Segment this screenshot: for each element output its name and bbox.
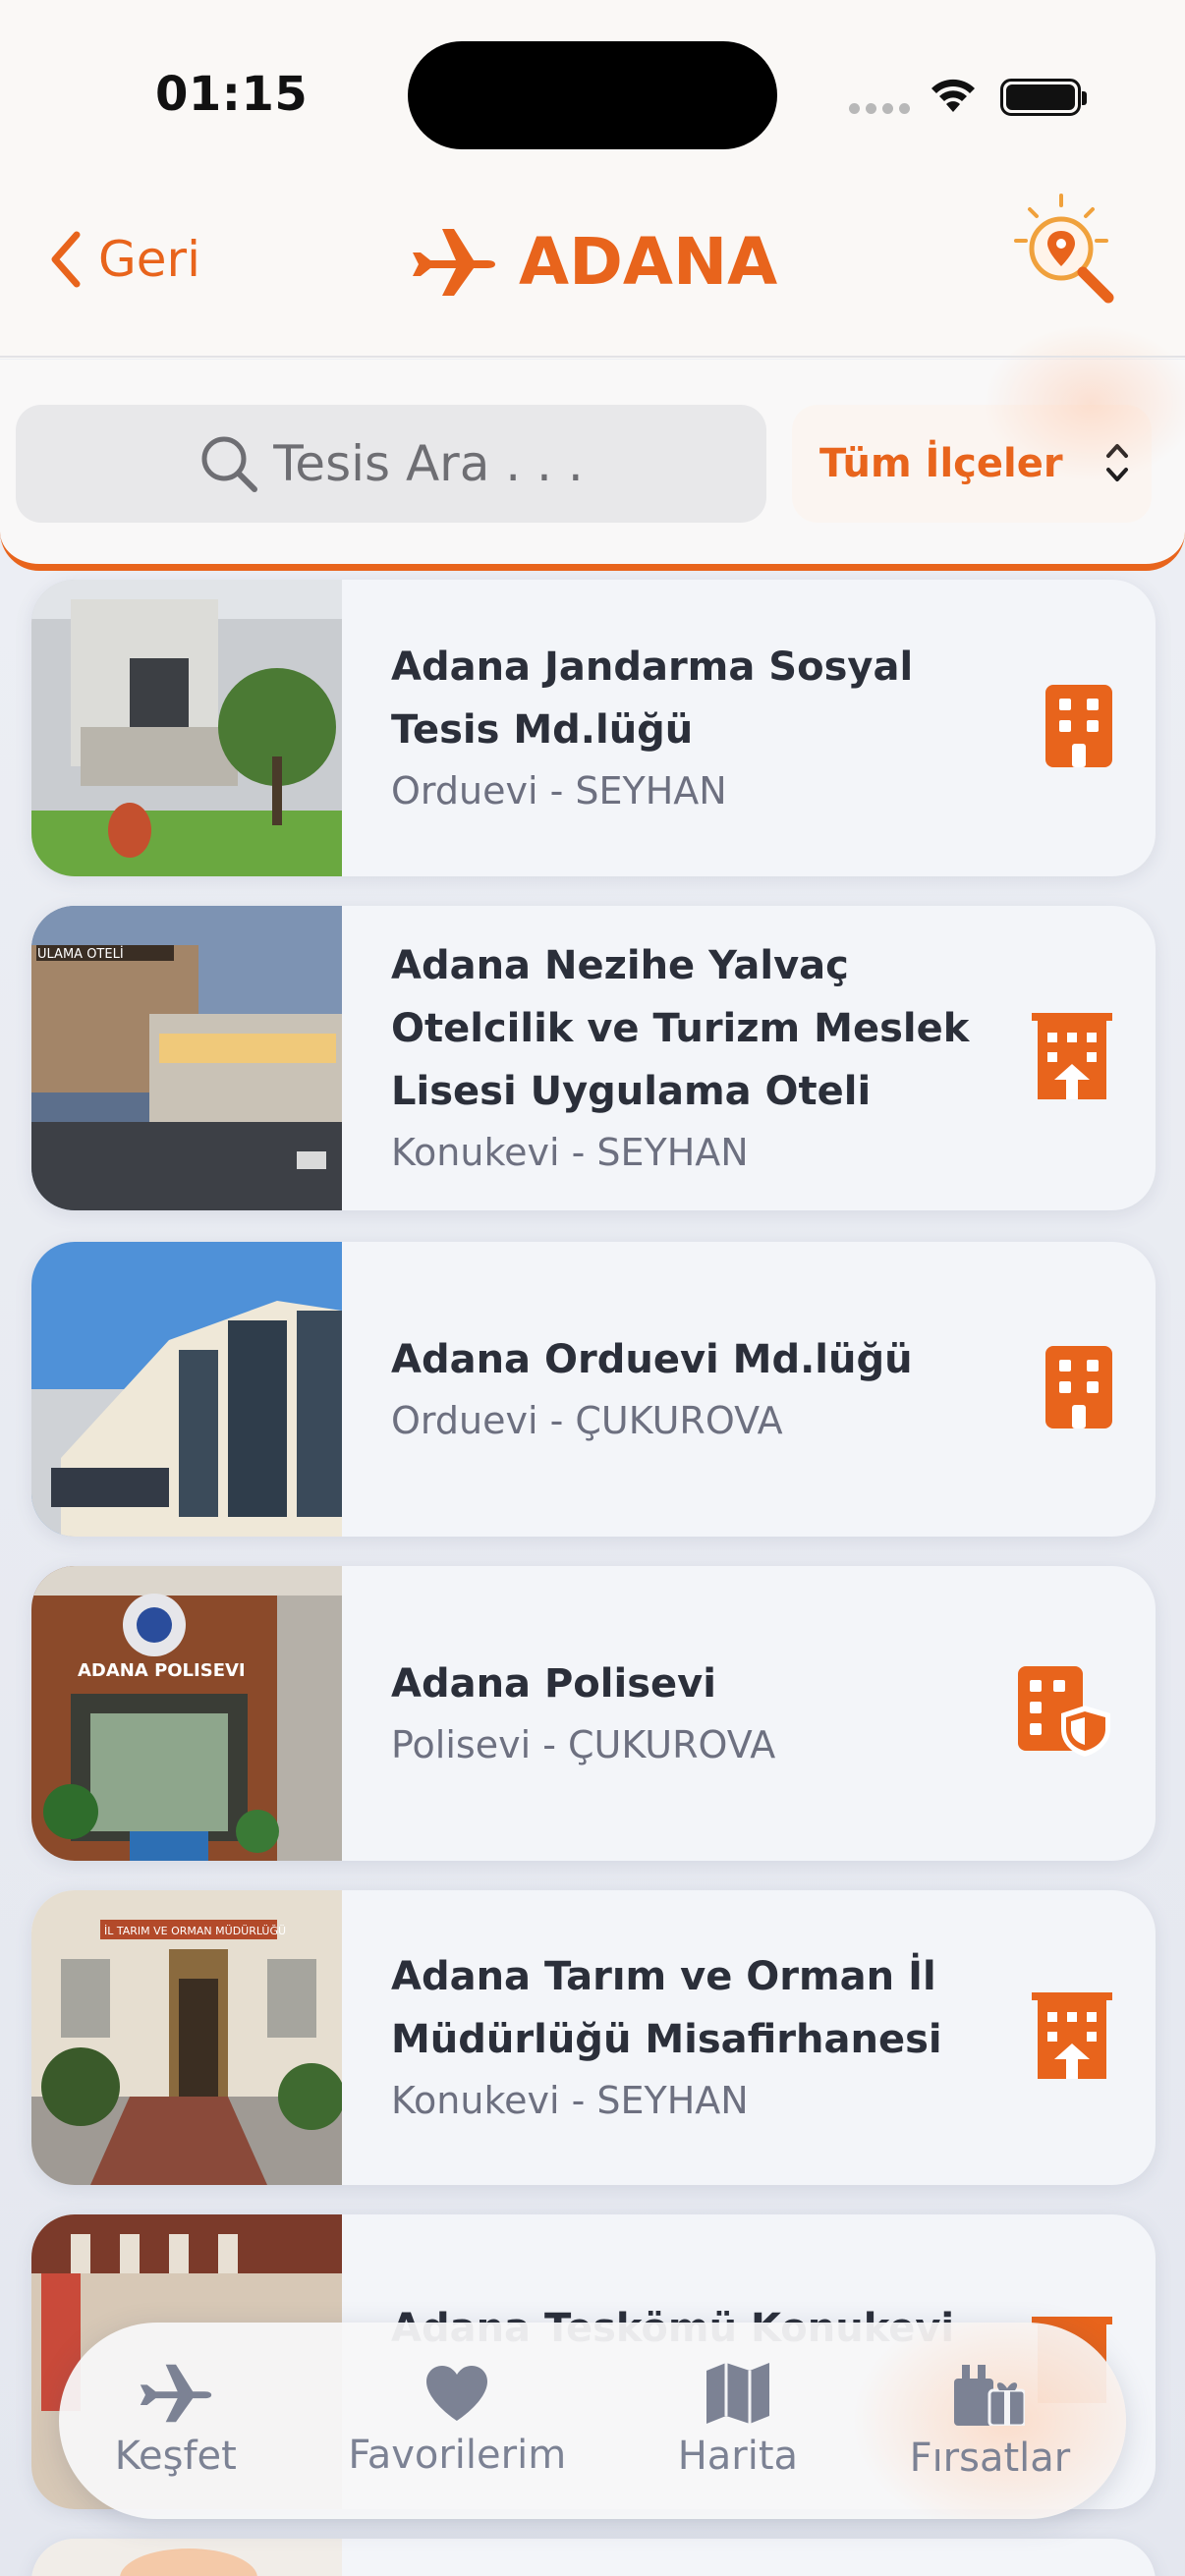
- facility-photo: [31, 1242, 342, 1537]
- agri-sign-text: İL TARIM VE ORMAN MÜDÜRLÜĞÜ: [104, 1925, 286, 1937]
- police-sign-text: ADANA POLISEVI: [78, 1660, 246, 1681]
- tab-label: Harita: [677, 2434, 799, 2479]
- tab-label: Favorilerim: [348, 2433, 567, 2478]
- dynamic-island: [408, 41, 777, 149]
- status-time: 01:15: [155, 67, 309, 122]
- building-icon: [1045, 1346, 1112, 1432]
- back-button[interactable]: Geri: [49, 231, 200, 288]
- facility-name: Adana Tarım ve Orman İl Müdürlüğü Misafi…: [391, 1953, 942, 2062]
- screen: Adana Jandarma Sosyal Tesis Md.lüğü Ordu…: [0, 0, 1185, 2576]
- tab-firsatlar[interactable]: Fırsatlar: [909, 2361, 1071, 2481]
- chevron-left-icon: [51, 231, 81, 288]
- gift-icon: [954, 2365, 1026, 2426]
- search-input[interactable]: Tesis Ara . . .: [16, 405, 766, 523]
- facility-subtitle: Konukevi - SEYHAN: [391, 1130, 749, 1174]
- hotel-icon: [1032, 1013, 1112, 1103]
- battery-icon: [1000, 79, 1087, 116]
- heart-icon: [426, 2366, 488, 2421]
- facility-name: Adana Nezihe Yalvaç Otelcilik ve Turizm …: [391, 942, 970, 1114]
- facility-photo: ULAMA OTELİ: [31, 906, 342, 1210]
- tab-harita[interactable]: Harita: [678, 2363, 798, 2479]
- search-icon: [201, 436, 258, 492]
- cellular-signal-icon: [849, 103, 910, 114]
- facility-card[interactable]: [31, 2539, 1156, 2576]
- hotel-icon: [1032, 1992, 1112, 2083]
- facility-photo: [31, 2539, 342, 2576]
- facility-subtitle: Polisevi - ÇUKUROVA: [391, 1722, 776, 1766]
- facility-name: Adana Orduevi Md.lüğü: [391, 1336, 913, 1382]
- facility-subtitle: Orduevi - SEYHAN: [391, 768, 727, 812]
- location-search-icon: [1014, 194, 1114, 304]
- page-title: ADANA: [413, 224, 777, 300]
- location-search-button[interactable]: [1012, 192, 1120, 309]
- police-building-icon: [1018, 1666, 1112, 1761]
- status-bar: 01:15: [0, 0, 1185, 177]
- back-label: Geri: [98, 231, 200, 288]
- tab-favorilerim[interactable]: Favorilerim: [348, 2364, 566, 2478]
- city-title: ADANA: [519, 224, 778, 300]
- bottom-tab-bar: Keşfet Favorilerim Harita Fırsatlar: [59, 2323, 1126, 2519]
- tab-label: Keşfet: [114, 2434, 237, 2479]
- facility-card[interactable]: ULAMA OTELİ Adana Nezihe Yalvaç Otelcili…: [31, 906, 1156, 1210]
- plane-icon: [413, 228, 495, 296]
- facility-card[interactable]: Adana Orduevi Md.lüğü Orduevi - ÇUKUROVA: [31, 1242, 1156, 1537]
- facility-name: Adana Jandarma Sosyal Tesis Md.lüğü: [391, 644, 914, 753]
- facility-card[interactable]: İL TARIM VE ORMAN MÜDÜRLÜĞÜ Adana Tarım …: [31, 1890, 1156, 2185]
- nav-bar: Geri ADANA: [0, 177, 1185, 359]
- hotel-sign-text: ULAMA OTELİ: [37, 946, 124, 962]
- facility-photo: ADANA POLISEVI: [31, 1566, 342, 1861]
- tab-kesfet[interactable]: Keşfet: [115, 2363, 237, 2479]
- facility-photo: İL TARIM VE ORMAN MÜDÜRLÜĞÜ: [31, 1890, 342, 2185]
- top-header: 01:15 Geri ADANA: [0, 0, 1185, 481]
- plane-icon: [140, 2364, 211, 2423]
- facility-photo: [31, 580, 342, 876]
- map-icon: [705, 2363, 769, 2424]
- facility-card[interactable]: ADANA POLISEVI Adana Polisevi Polisevi -…: [31, 1566, 1156, 1861]
- header-divider: [0, 356, 1185, 358]
- facility-name: Adana Polisevi: [391, 1660, 716, 1707]
- tab-label: Fırsatlar: [909, 2436, 1071, 2481]
- search-placeholder: Tesis Ara . . .: [273, 435, 584, 492]
- facility-subtitle: Orduevi - ÇUKUROVA: [391, 1398, 783, 1442]
- wifi-icon: [928, 75, 979, 118]
- facility-subtitle: Konukevi - SEYHAN: [391, 2078, 749, 2122]
- building-icon: [1045, 685, 1112, 771]
- facility-card[interactable]: Adana Jandarma Sosyal Tesis Md.lüğü Ordu…: [31, 580, 1156, 876]
